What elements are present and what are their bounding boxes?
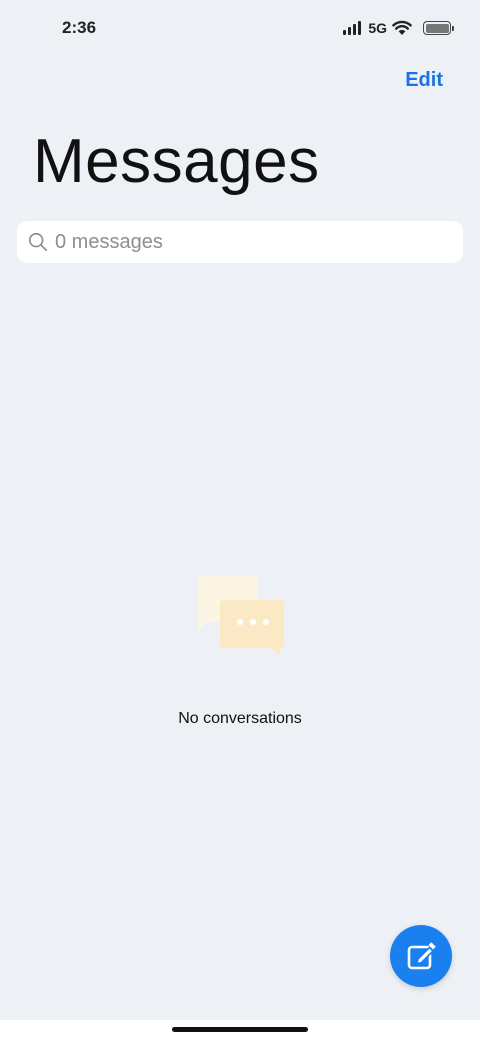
search-input[interactable]	[55, 230, 435, 254]
status-time: 2:36	[62, 18, 97, 37]
signal-icon	[343, 21, 362, 35]
page-title: Messages	[33, 127, 320, 196]
status-bar: 2:36 5G	[0, 0, 480, 56]
messages-screen: 2:36 5G Edit Messages 0 messages No conv…	[0, 0, 480, 1040]
status-indicators: 5G	[343, 18, 454, 38]
compose-button[interactable]	[390, 925, 452, 987]
chat-bubbles-icon	[197, 576, 284, 656]
wifi-icon	[392, 20, 412, 35]
home-indicator[interactable]	[172, 1027, 308, 1032]
search-bar[interactable]	[17, 221, 463, 263]
battery-icon	[423, 21, 454, 35]
compose-icon	[407, 942, 436, 970]
search-icon	[28, 232, 48, 252]
edit-button[interactable]: Edit	[405, 69, 443, 92]
network-type: 5G	[368, 20, 387, 36]
empty-state: No conversations	[0, 570, 480, 728]
empty-state-text: No conversations	[178, 710, 302, 727]
